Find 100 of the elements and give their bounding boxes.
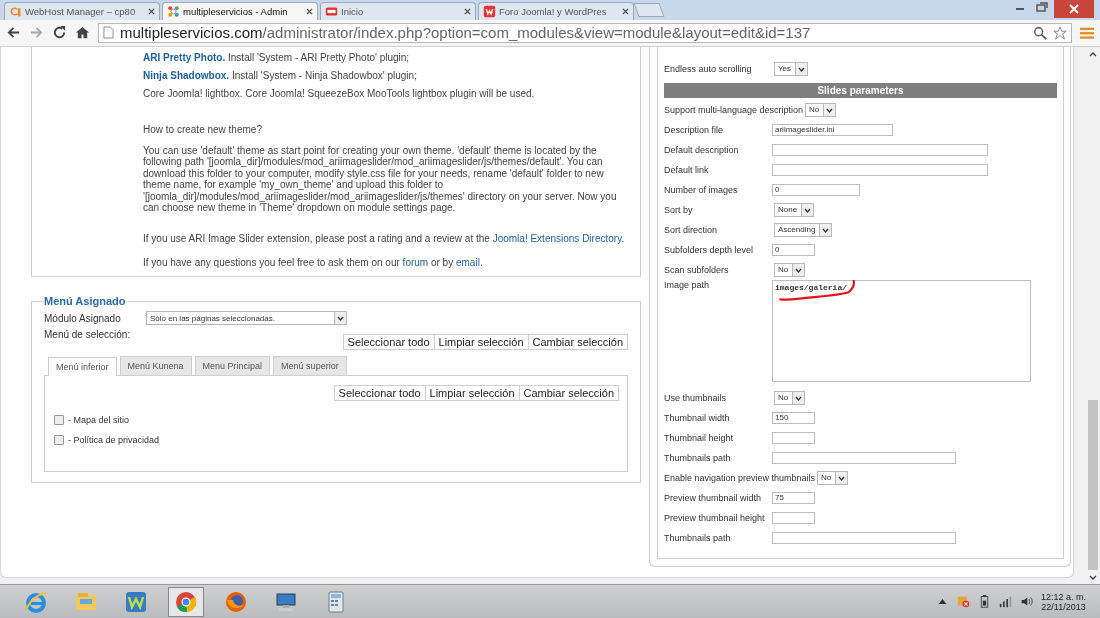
field-label: Thumbnail width — [664, 412, 731, 423]
text-field[interactable]: ariimageslider.ini — [772, 123, 893, 136]
selection-button[interactable]: Limpiar selección — [433, 334, 529, 351]
signal-icon[interactable] — [998, 595, 1012, 608]
section-header: Slides parameters — [664, 82, 1057, 98]
text-field[interactable]: 0 — [772, 243, 815, 256]
field-label: Use thumbnails — [664, 392, 728, 403]
browser-tab[interactable]: WebHost Manager – cp80 — [4, 1, 160, 20]
selection-button[interactable]: Seleccionar todo — [333, 385, 426, 402]
link[interactable]: Ninja Shadowbox. — [143, 69, 230, 81]
browser-tab[interactable]: multipleservicios - Admin — [162, 1, 318, 20]
star-icon[interactable] — [1053, 25, 1067, 40]
address-bar[interactable]: multipleservicios.com/administrator/index.php?option=com_modules&view=module&layout=edit&id=137 — [98, 22, 1072, 43]
checkbox[interactable] — [54, 435, 64, 446]
text-field[interactable] — [772, 143, 988, 156]
field-label: Thumbnail height — [664, 432, 735, 443]
search-icon[interactable] — [1033, 25, 1047, 40]
text-field[interactable] — [772, 511, 815, 524]
text-field[interactable]: 75 — [772, 491, 815, 504]
menu-tab[interactable]: Menú superior — [273, 356, 347, 376]
close-icon[interactable] — [148, 7, 155, 15]
checkbox[interactable] — [54, 415, 64, 426]
field-label: Default link — [664, 164, 710, 175]
selection-button[interactable]: Limpiar selección — [424, 385, 520, 402]
tab-title: Inicio — [341, 5, 365, 17]
field-label: Módulo Asignado — [44, 312, 122, 324]
close-icon[interactable] — [1054, 0, 1094, 18]
panel-legend: Menú Asignado — [44, 295, 128, 308]
menu-tab[interactable]: Menu Principal — [194, 356, 271, 376]
menu-icon[interactable] — [1080, 25, 1094, 40]
clock[interactable]: 12:12 a. m. 22/11/2013 — [1040, 591, 1086, 612]
link[interactable]: email — [455, 256, 480, 268]
caret-icon — [819, 223, 832, 236]
field-label: Thumbnails path — [664, 532, 732, 543]
caret-icon — [823, 103, 836, 116]
joomla-logo-icon — [167, 4, 180, 18]
text-area[interactable]: images/galeria/ — [772, 279, 1031, 382]
checkbox-label: - Mapa del sitio — [68, 415, 130, 426]
dropdown[interactable]: None — [774, 202, 815, 217]
close-icon[interactable] — [306, 7, 313, 15]
scrollbar-thumb[interactable] — [1088, 400, 1098, 571]
browser-tab[interactable]: Foro Joomla! y WordPres — [478, 1, 634, 20]
paragraph: If you use ARI Image Slider extension, please post a rating and a review at the Joomla! Extensions Directory. — [143, 233, 626, 245]
dropdown[interactable]: No — [805, 102, 837, 117]
text-field[interactable] — [772, 163, 988, 176]
field-label: Subfolders depth level — [664, 244, 755, 255]
dropdown[interactable]: No — [774, 262, 806, 277]
browser-tab[interactable]: Inicio — [320, 1, 476, 20]
field-label: Default description — [664, 144, 740, 155]
forward-icon[interactable] — [29, 25, 44, 41]
clock-date: 22/11/2013 — [1041, 601, 1086, 612]
module-select[interactable]: Sólo en las páginas seleccionadas. — [146, 311, 347, 326]
selection-button[interactable]: Cambiar selección — [518, 385, 619, 402]
caret-icon — [792, 391, 805, 404]
section-heading: How to create new theme? — [143, 122, 263, 137]
text-field[interactable]: 150 — [772, 411, 815, 424]
field-label: Image path — [664, 279, 711, 290]
tab-title: multipleservicios - Admin — [183, 5, 289, 17]
text-field[interactable] — [772, 531, 956, 544]
shield-warning-icon[interactable] — [956, 595, 970, 608]
caret-icon — [792, 263, 805, 276]
paragraph: ARI Pretty Photo. Install 'System - ARI Pretty Photo' plugin; — [143, 50, 411, 65]
menu-tab[interactable]: Menú inferior — [48, 357, 117, 377]
text-field[interactable] — [772, 431, 815, 444]
paragraph: Core Joomla! lightbox. Core Joomla! SqueezeBox MooTools lightbox plugin will be used. — [143, 86, 536, 101]
field-label: Support multi-language description — [664, 104, 805, 115]
field-label: Description file — [664, 124, 725, 135]
link[interactable]: forum — [402, 256, 429, 268]
site-logo-icon — [325, 4, 338, 18]
field-label: Sort direction — [664, 224, 719, 235]
url-text: multipleservicios.com/administrator/index.php?option=com_modules&view=module&layout=edit&id=137 — [120, 24, 812, 42]
menu-tab[interactable]: Menú Kunena — [119, 356, 192, 376]
paragraph: Ninja Shadowbox. Install 'System - Ninja Shadowbox' plugin; — [143, 68, 418, 83]
field-label: Endless auto scrolling — [664, 63, 753, 74]
reload-icon[interactable] — [52, 25, 67, 41]
field-label: Preview thumbnail height — [664, 512, 766, 523]
home-icon[interactable] — [75, 25, 90, 41]
dropdown[interactable]: Yes — [774, 61, 809, 76]
cp-logo-icon — [9, 4, 22, 18]
chrome-logo-icon — [174, 589, 198, 614]
field-label: Scan subfolders — [664, 264, 730, 275]
selection-button[interactable]: Seleccionar todo — [342, 334, 435, 351]
selection-button[interactable]: Cambiar selección — [527, 334, 628, 351]
close-icon[interactable] — [464, 7, 471, 15]
dropdown[interactable]: No — [817, 470, 849, 485]
taskbar-button[interactable] — [168, 586, 204, 617]
link[interactable]: ARI Pretty Photo. — [143, 51, 226, 63]
caret-icon — [801, 203, 814, 216]
dropdown[interactable]: No — [774, 390, 806, 405]
close-icon[interactable] — [622, 7, 629, 15]
back-icon[interactable] — [6, 25, 21, 41]
speaker-icon[interactable] — [1019, 595, 1033, 608]
e-logo-icon — [24, 589, 48, 614]
field-label: Sort by — [664, 204, 694, 215]
caret-icon — [334, 312, 346, 325]
tab-title: Foro Joomla! y WordPres — [499, 5, 608, 17]
checkbox-label: - Política de privacidad — [68, 435, 160, 446]
text-field[interactable] — [772, 451, 956, 464]
dropdown[interactable]: Ascending — [774, 222, 833, 237]
text-field[interactable]: 0 — [772, 183, 860, 196]
